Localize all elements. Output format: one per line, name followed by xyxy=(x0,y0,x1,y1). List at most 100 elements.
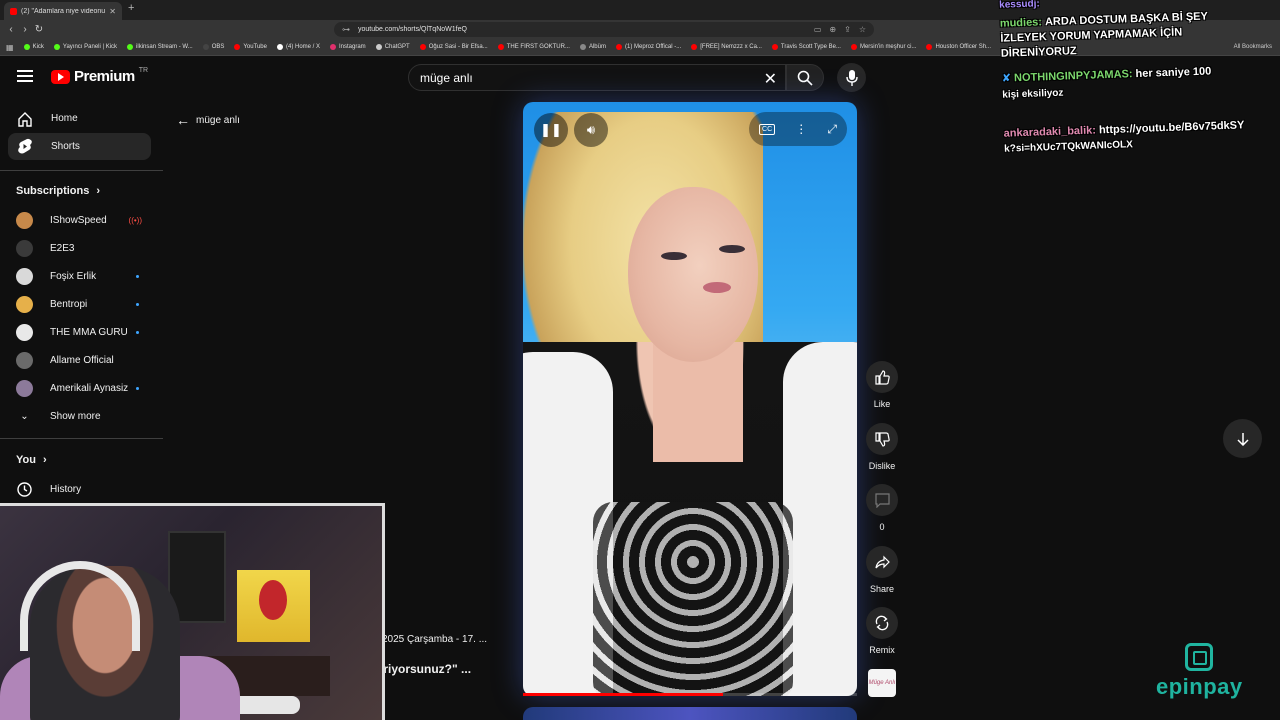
next-short-preview[interactable] xyxy=(523,707,857,720)
forward-nav-icon[interactable]: › xyxy=(18,24,32,35)
bookmark-item[interactable]: OBS xyxy=(202,44,224,50)
shorts-video-player[interactable]: ❚❚ 🔊︎ CC ⋮ ⤢ xyxy=(523,102,857,696)
new-content-dot xyxy=(136,302,139,306)
share-page-icon[interactable]: ⇪ xyxy=(844,25,851,34)
pause-button[interactable]: ❚❚ xyxy=(534,113,568,147)
url-field[interactable]: ⊶ youtube.com/shorts/QlTqNoW1feQ ▭ ⊕ ⇪ ☆ xyxy=(334,22,874,37)
bookmark-item[interactable]: (4) Home / X xyxy=(276,44,320,50)
logo-text: Premium xyxy=(74,68,135,85)
region-code: TR xyxy=(138,67,149,74)
bookmark-item[interactable]: Houston Officer Sh... xyxy=(926,44,991,50)
remix-button[interactable]: Remix xyxy=(865,607,899,655)
browser-tab[interactable]: (2) "Adamlara niye videonuzu... ✕ xyxy=(4,2,122,20)
chevron-right-icon: › xyxy=(43,454,47,466)
bookmark-item[interactable]: Yayıncı Paneli | Kick xyxy=(53,44,117,50)
share-button[interactable]: Share xyxy=(865,546,899,594)
avatar xyxy=(16,239,33,257)
subscription-item[interactable]: Allame Official xyxy=(8,348,151,372)
bookmark-item[interactable]: Albüm xyxy=(579,44,606,50)
chevron-right-icon: › xyxy=(96,185,101,197)
comments-button[interactable]: 0 xyxy=(865,484,899,532)
back-nav-icon[interactable]: ‹ xyxy=(4,24,18,35)
search-icon xyxy=(797,70,813,86)
bookmark-item[interactable]: YouTube xyxy=(234,44,267,50)
sidebar-item-shorts[interactable]: Shorts xyxy=(8,133,151,160)
subscription-item[interactable]: IShowSpeed ((•)) xyxy=(8,208,151,232)
chat-message: kişi eksiliyoz xyxy=(1002,87,1064,101)
arrow-down-icon xyxy=(1236,432,1249,446)
chat-message: ankaradaki_balik: https://youtu.be/B6v75d… xyxy=(1003,119,1245,140)
bookmark-item[interactable]: Oğuz Sasi - Bir Efsa... xyxy=(419,44,488,50)
bookmark-item[interactable]: Travis Scott Type Be... xyxy=(771,44,841,50)
fullscreen-icon[interactable]: ⤢ xyxy=(827,122,837,137)
webcam-frame xyxy=(237,570,310,642)
home-icon xyxy=(18,111,32,127)
player-top-controls: CC ⋮ ⤢ xyxy=(749,112,847,146)
video-frame xyxy=(719,245,745,253)
streamer-webcam xyxy=(0,503,385,720)
tab-title: (2) "Adamlara niye videonuzu... xyxy=(21,7,106,15)
channel-avatar[interactable]: Müge Anlı xyxy=(868,669,896,697)
bookmark-star-icon[interactable]: ☆ xyxy=(859,25,866,34)
bookmark-favicon-icon xyxy=(691,44,698,50)
pause-icon: ❚❚ xyxy=(540,122,562,137)
sidebar-item-home[interactable]: Home xyxy=(8,105,151,132)
video-progress-bar[interactable] xyxy=(523,693,857,696)
captions-icon[interactable]: CC xyxy=(759,123,776,135)
bookmark-item[interactable]: ChatGPT xyxy=(375,44,410,50)
like-button[interactable]: Like xyxy=(865,361,899,409)
chat-message: k?si=hXUc7TQkWANIcOLX xyxy=(1004,139,1133,155)
show-more-button[interactable]: ⌄ Show more xyxy=(8,404,151,428)
volume-button[interactable]: 🔊︎ xyxy=(574,113,608,147)
new-tab-icon[interactable]: + xyxy=(128,2,134,14)
video-title-text[interactable]: iriyorsunuz?" ... xyxy=(380,662,471,676)
chat-message: DİRENİYORUZ xyxy=(1000,45,1077,60)
apps-grid-icon[interactable]: ▦ xyxy=(6,43,14,52)
bookmark-favicon-icon xyxy=(23,44,30,50)
zoom-icon[interactable]: ⊕ xyxy=(829,25,836,34)
remix-icon xyxy=(875,615,889,631)
site-info-icon[interactable]: ⊶ xyxy=(342,25,350,34)
bookmark-item[interactable]: THE FIRST GOKTUR... xyxy=(497,44,570,50)
avatar xyxy=(16,211,33,229)
bookmark-item[interactable]: [FREE] Nemzzz x Ca... xyxy=(691,44,762,50)
chat-message: İZLEYEK YORUM YAPMAMAK İÇİN xyxy=(1000,26,1183,45)
subscription-item[interactable]: E2E3 xyxy=(8,236,151,260)
search-button[interactable] xyxy=(786,64,824,91)
close-tab-icon[interactable]: ✕ xyxy=(109,7,116,16)
cast-icon[interactable]: ▭ xyxy=(814,25,822,34)
thumbs-up-icon xyxy=(874,369,890,385)
sidebar-item-label: Shorts xyxy=(51,141,80,152)
sidebar-item-history[interactable]: History xyxy=(8,477,151,501)
epinpay-logo: epinpay xyxy=(1156,643,1243,700)
bookmark-item[interactable]: Mersin'in meşhur ci... xyxy=(850,44,916,50)
subscriptions-heading[interactable]: Subscriptions › xyxy=(16,185,100,197)
avatar xyxy=(16,323,33,341)
you-heading[interactable]: You › xyxy=(16,454,47,466)
dislike-button[interactable]: Dislike xyxy=(865,423,899,471)
bookmark-item[interactable]: Kick xyxy=(23,44,44,50)
bookmark-favicon-icon xyxy=(926,44,933,50)
next-video-button[interactable] xyxy=(1223,419,1262,458)
live-icon: ((•)) xyxy=(128,215,142,225)
back-to-search[interactable]: ← müge anlı xyxy=(176,112,240,128)
bookmark-item[interactable]: Instagram xyxy=(330,44,366,50)
bookmark-item[interactable]: (1) Meproz Offical -... xyxy=(615,44,681,50)
subscription-item[interactable]: Foşix Erlik xyxy=(8,264,151,288)
arrow-left-icon: ← xyxy=(176,112,190,128)
search-input[interactable]: müge anlı ✕ xyxy=(408,64,786,91)
sidebar-item-label: Home xyxy=(51,113,78,124)
subscription-item[interactable]: Amerikali Aynasiz xyxy=(8,376,151,400)
avatar xyxy=(16,295,33,313)
subscription-item[interactable]: Bentropi xyxy=(8,292,151,316)
reload-icon[interactable]: ↻ xyxy=(32,24,46,35)
bookmark-item[interactable]: ilkinsan Stream - W... xyxy=(127,44,193,50)
clear-search-icon[interactable]: ✕ xyxy=(764,69,777,89)
voice-search-button[interactable] xyxy=(837,63,866,92)
subscription-item[interactable]: THE MMA GURU xyxy=(8,320,151,344)
stream-chat-overlay: kessudj: mudies: ARDA DOSTUM BAŞKA Bİ ŞEY… xyxy=(993,0,1280,165)
menu-icon[interactable] xyxy=(17,70,33,82)
more-options-icon[interactable]: ⋮ xyxy=(795,122,807,136)
youtube-premium-logo[interactable]: Premium TR xyxy=(51,67,149,85)
bookmark-favicon-icon xyxy=(234,44,241,50)
